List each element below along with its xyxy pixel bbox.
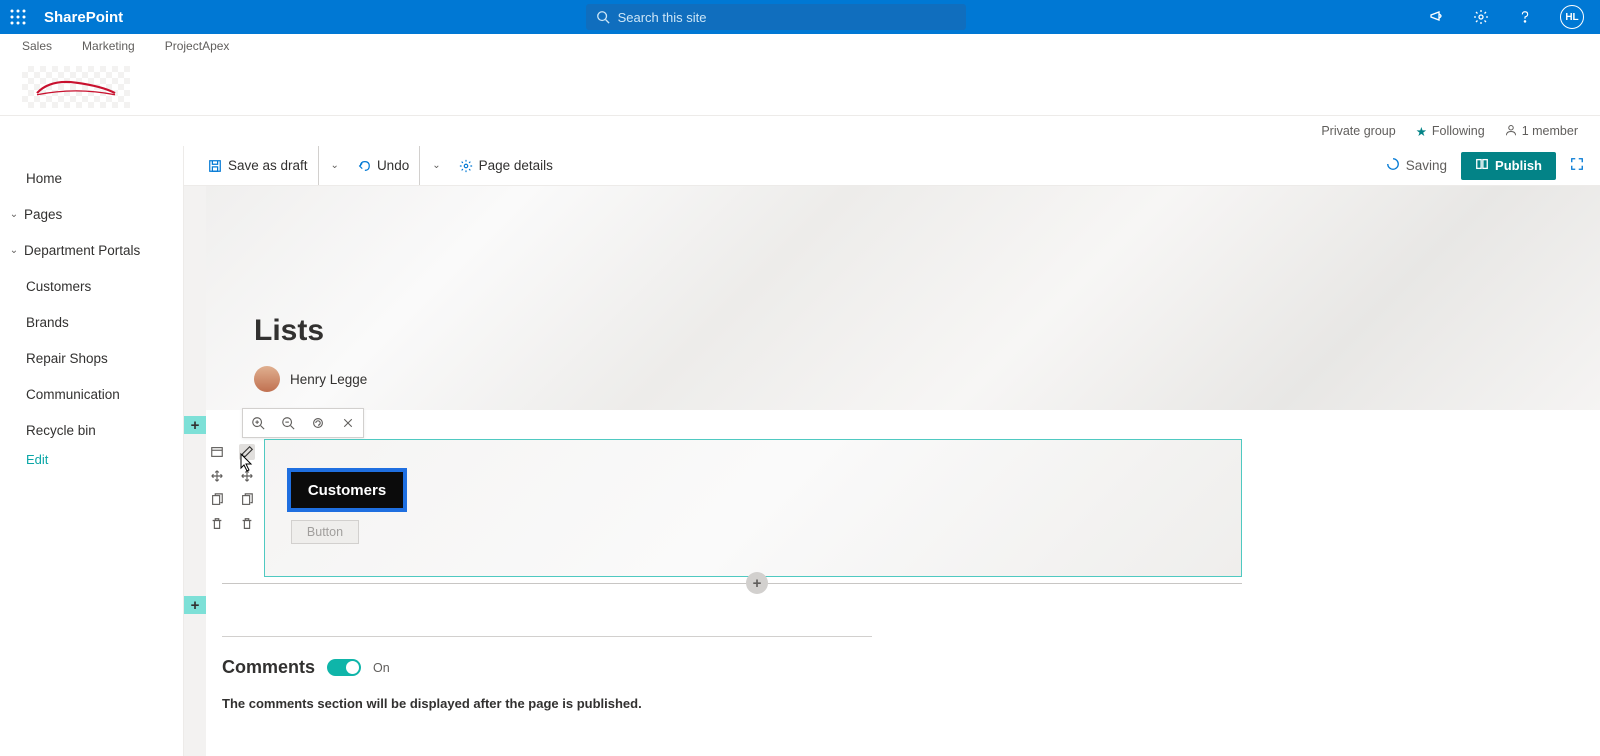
saving-status: Saving — [1386, 157, 1447, 174]
close-icon[interactable] — [333, 409, 363, 437]
comments-note: The comments section will be displayed a… — [222, 696, 872, 711]
star-icon: ★ — [1416, 124, 1427, 139]
follow-button[interactable]: ★ Following — [1416, 124, 1485, 139]
undo-button[interactable]: Undo — [349, 146, 420, 185]
duplicate-section-icon[interactable] — [209, 492, 225, 508]
suite-actions: HL — [1428, 5, 1584, 29]
zoom-out-icon[interactable] — [273, 409, 303, 437]
undo-icon — [357, 159, 371, 173]
nav-recycle-bin[interactable]: Recycle bin — [0, 412, 183, 448]
move-webpart-icon[interactable] — [239, 468, 255, 484]
nav-customers[interactable]: Customers — [0, 268, 183, 304]
group-privacy-label: Private group — [1321, 124, 1395, 138]
nav-brands[interactable]: Brands — [0, 304, 183, 340]
person-icon — [1505, 124, 1517, 139]
title-region[interactable]: Lists Henry Legge — [206, 186, 1600, 410]
webpart-toolbar — [236, 444, 258, 532]
edit-section-icon[interactable] — [209, 444, 225, 460]
add-section-handle-top[interactable]: + — [184, 416, 206, 434]
search-box[interactable] — [586, 4, 966, 30]
site-header — [0, 58, 1600, 116]
nav-repair-shops[interactable]: Repair Shops — [0, 340, 183, 376]
spinner-icon — [1386, 157, 1400, 174]
nav-communication[interactable]: Communication — [0, 376, 183, 412]
save-draft-chevron[interactable]: ⌄ — [325, 160, 345, 171]
help-icon[interactable] — [1516, 8, 1534, 26]
nav-edit-link[interactable]: Edit — [0, 452, 183, 467]
megaphone-icon[interactable] — [1428, 8, 1446, 26]
move-section-icon[interactable] — [209, 468, 225, 484]
page-canvas: Lists Henry Legge — [206, 186, 1600, 756]
hub-nav: Sales Marketing ProjectApex — [0, 34, 1600, 58]
save-as-draft-label: Save as draft — [228, 158, 308, 173]
command-bar: Save as draft ⌄ Undo ⌄ Page details — [184, 146, 1600, 186]
hub-link-projectapex[interactable]: ProjectApex — [165, 39, 230, 53]
chevron-down-icon: ⌄ — [4, 245, 24, 256]
nav-pages[interactable]: ⌄ Pages — [0, 196, 183, 232]
chevron-down-icon: ⌄ — [4, 209, 24, 220]
section-toolbar — [206, 438, 228, 532]
undo-chevron[interactable]: ⌄ — [426, 160, 446, 171]
author-avatar — [254, 366, 280, 392]
add-webpart-button[interactable]: + — [746, 572, 768, 594]
duplicate-webpart-icon[interactable] — [239, 492, 255, 508]
comments-toggle[interactable] — [327, 659, 361, 676]
author-name: Henry Legge — [290, 372, 367, 387]
expand-icon[interactable] — [1570, 157, 1584, 174]
settings-gear-icon[interactable] — [1472, 8, 1490, 26]
publish-label: Publish — [1495, 158, 1542, 173]
search-input[interactable] — [618, 10, 956, 25]
undo-label: Undo — [377, 158, 409, 173]
zoom-in-icon[interactable] — [243, 409, 273, 437]
edit-webpart-icon[interactable] — [239, 444, 255, 460]
save-as-draft-button[interactable]: Save as draft — [200, 146, 319, 185]
reset-icon[interactable] — [303, 409, 333, 437]
brand-name[interactable]: SharePoint — [44, 9, 123, 26]
divider — [222, 636, 872, 637]
delete-webpart-icon[interactable] — [239, 516, 255, 532]
site-status-row: Private group ★ Following 1 member — [0, 116, 1600, 146]
nav-department-portals[interactable]: ⌄ Department Portals — [0, 232, 183, 268]
gear-icon — [459, 159, 473, 173]
publish-button[interactable]: Publish — [1461, 152, 1556, 180]
page-details-button[interactable]: Page details — [451, 146, 561, 185]
saving-label: Saving — [1406, 158, 1447, 173]
member-count: 1 member — [1522, 124, 1578, 138]
left-nav: Home ⌄ Pages ⌄ Department Portals Custom… — [0, 146, 184, 756]
save-icon — [208, 159, 222, 173]
app-launcher-icon[interactable] — [8, 7, 28, 27]
webpart-section[interactable]: Customers Button — [264, 439, 1242, 577]
comments-section: Comments On The comments section will be… — [222, 636, 872, 711]
follow-label: Following — [1432, 124, 1485, 138]
site-logo[interactable] — [22, 66, 130, 108]
nav-dept-label: Department Portals — [24, 243, 140, 258]
add-section-handle-bottom[interactable]: + — [184, 596, 206, 614]
button-webpart-customers[interactable]: Customers — [287, 468, 407, 512]
hub-link-marketing[interactable]: Marketing — [82, 39, 135, 53]
page-details-label: Page details — [479, 158, 553, 173]
comments-heading: Comments — [222, 657, 315, 678]
publish-icon — [1475, 157, 1489, 174]
canvas-left-rail: + + — [184, 186, 206, 756]
search-icon — [596, 10, 610, 24]
nav-pages-label: Pages — [24, 207, 62, 222]
members-button[interactable]: 1 member — [1505, 124, 1578, 139]
comments-toggle-state: On — [373, 661, 390, 675]
section-divider — [222, 583, 1242, 584]
page-title[interactable]: Lists — [254, 314, 324, 348]
hub-link-sales[interactable]: Sales — [22, 39, 52, 53]
page-author[interactable]: Henry Legge — [254, 366, 367, 392]
button-webpart-placeholder[interactable]: Button — [291, 520, 359, 544]
nav-home[interactable]: Home — [0, 160, 183, 196]
delete-section-icon[interactable] — [209, 516, 225, 532]
user-avatar[interactable]: HL — [1560, 5, 1584, 29]
title-toolbar — [242, 408, 364, 438]
suite-bar: SharePoint HL — [0, 0, 1600, 34]
